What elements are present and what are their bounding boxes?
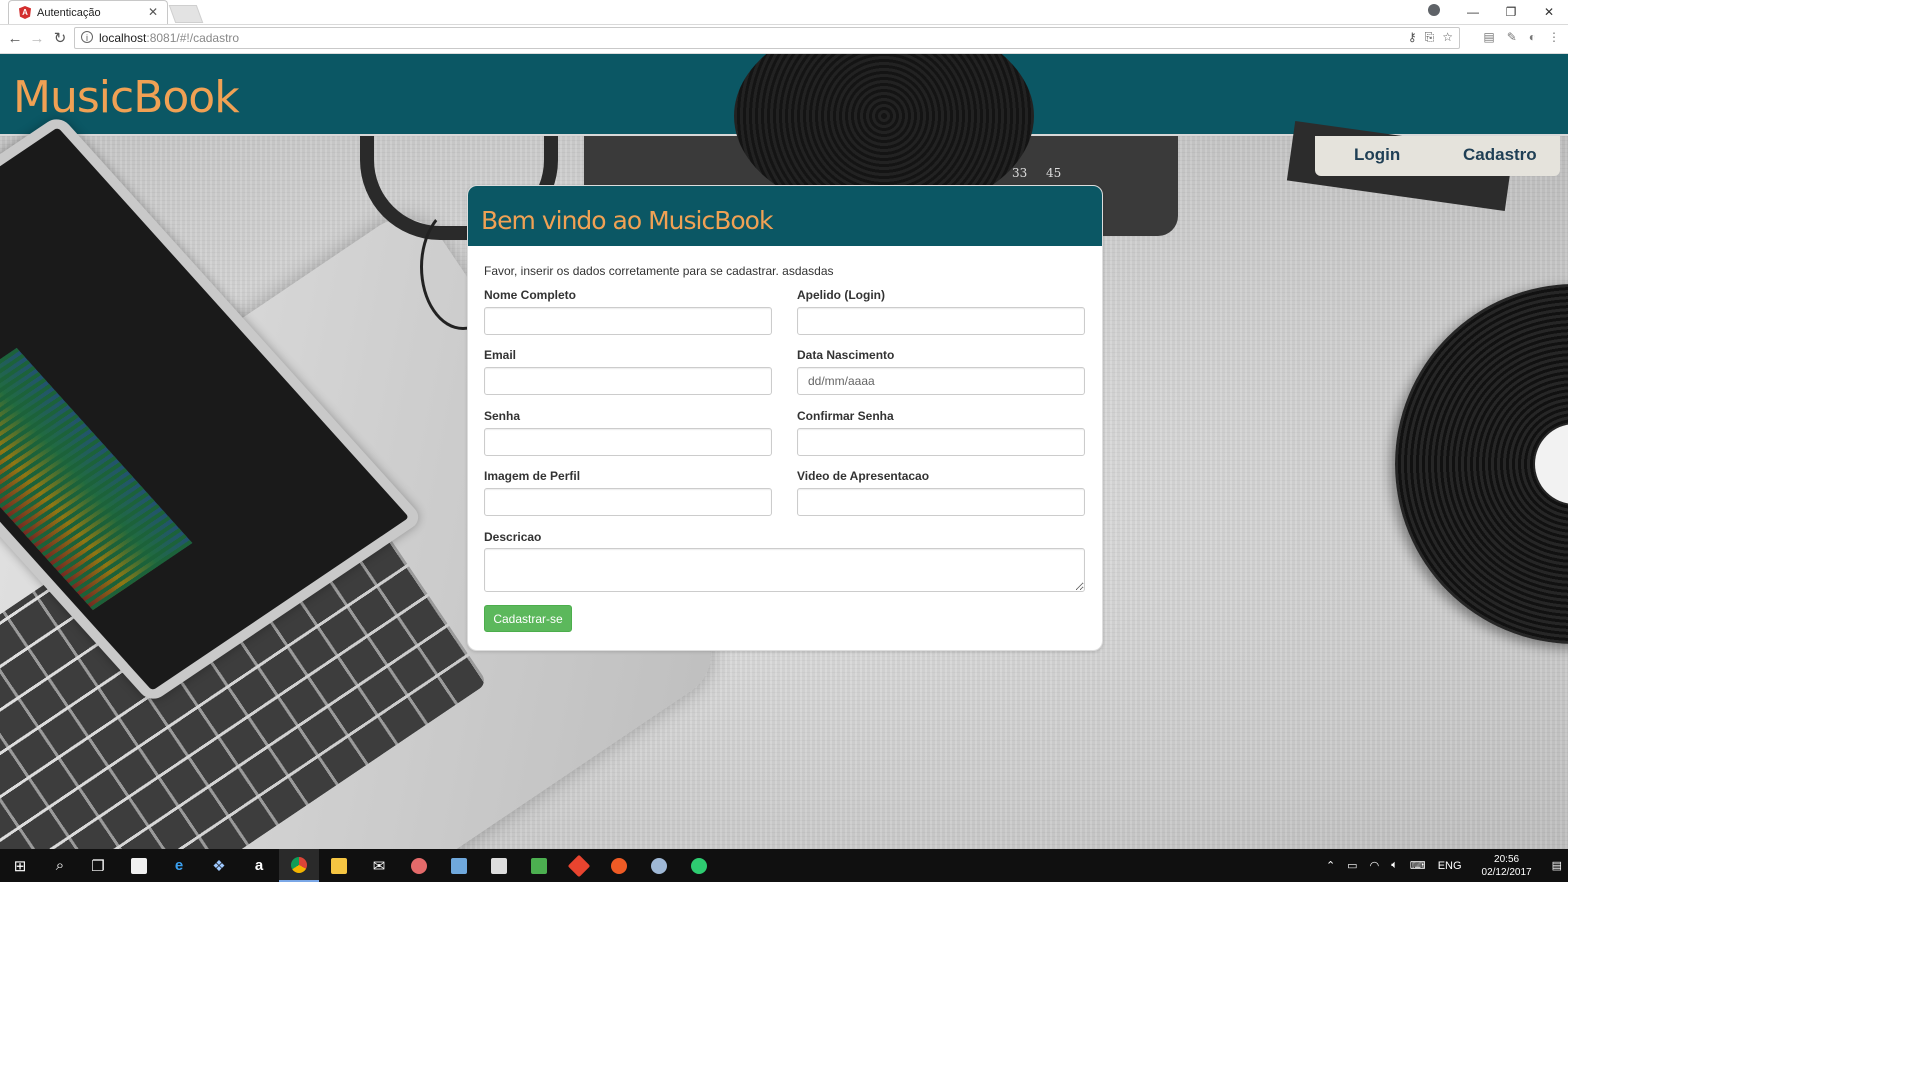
key-icon[interactable]: ⚷: [1408, 30, 1417, 45]
imagem-perfil-label: Imagem de Perfil: [484, 469, 581, 483]
3d-box-icon[interactable]: [439, 849, 479, 882]
extension-gray-icon[interactable]: ◐: [1529, 30, 1536, 44]
apelido-label: Apelido (Login): [797, 288, 885, 302]
browser-toolbar: ← → ↻ i localhost:8081/#!/cadastro ⚷ ⎘ ☆…: [0, 25, 1568, 54]
reload-icon[interactable]: ↻: [50, 29, 70, 49]
tray-chevron-icon[interactable]: ⌃: [1326, 859, 1335, 872]
nome-completo-input[interactable]: [484, 307, 772, 335]
tab-close-icon[interactable]: ✕: [148, 5, 158, 19]
system-tray: ⌃ ▭ ◠ 🔈︎ ⌨ ENG 20:56 02/12/2017 ▤: [1320, 849, 1568, 882]
cadastrar-button[interactable]: Cadastrar-se: [484, 605, 572, 632]
translate-icon[interactable]: ⎘: [1425, 30, 1435, 45]
notifications-icon[interactable]: ▤: [1552, 859, 1562, 872]
media-player-icon[interactable]: [519, 849, 559, 882]
window-controls: — ❐ ✕: [1454, 0, 1568, 24]
top-nav: Login Cadastro: [1315, 136, 1560, 176]
tab-title: Autenticação: [37, 7, 101, 19]
confirmar-senha-input[interactable]: [797, 428, 1085, 456]
video-apresentacao-input[interactable]: [797, 488, 1085, 516]
menu-kebab-icon[interactable]: ⋮: [1548, 30, 1560, 44]
info-icon[interactable]: i: [81, 31, 93, 43]
profile-icon[interactable]: [1428, 4, 1440, 16]
senha-input[interactable]: [484, 428, 772, 456]
amazon-icon[interactable]: a: [239, 849, 279, 882]
clock[interactable]: 20:56 02/12/2017: [1476, 853, 1538, 879]
chrome-icon[interactable]: [279, 849, 319, 882]
mail-icon[interactable]: ✉: [359, 849, 399, 882]
bookmark-star-icon[interactable]: ☆: [1442, 30, 1453, 45]
data-nascimento-input[interactable]: [797, 367, 1085, 395]
back-arrow-icon[interactable]: ←: [5, 29, 25, 49]
registration-card: Bem vindo ao MusicBook Favor, inserir os…: [467, 185, 1103, 651]
browser-titlebar: A Autenticação ✕ — ❐ ✕: [0, 0, 1568, 25]
battery-icon[interactable]: ▭: [1347, 859, 1357, 872]
new-tab-button[interactable]: [168, 5, 204, 23]
email-label: Email: [484, 348, 517, 362]
windows-taskbar: ⊞ ⌕ ❐ e ❖ a ✉ ⌃ ▭ ◠ 🔈︎ ⌨ ENG 20:56 02/12…: [0, 849, 1568, 882]
descricao-label: Descricao: [484, 530, 542, 544]
web-page: MusicBook 33 45 Login Cadastro Bem vindo…: [0, 54, 1568, 849]
extension-icon[interactable]: ▤: [1483, 30, 1494, 44]
file-explorer-icon[interactable]: [319, 849, 359, 882]
app-icon[interactable]: [639, 849, 679, 882]
network-app-icon[interactable]: [679, 849, 719, 882]
close-window-button[interactable]: ✕: [1530, 5, 1568, 19]
browser-tab[interactable]: A Autenticação ✕: [8, 0, 168, 24]
apelido-input[interactable]: [797, 307, 1085, 335]
nome-label: Nome Completo: [484, 288, 577, 302]
store-icon[interactable]: [119, 849, 159, 882]
forward-arrow-icon[interactable]: →: [27, 29, 47, 49]
clock-date: 02/12/2017: [1481, 866, 1532, 878]
email-input[interactable]: [484, 367, 772, 395]
pencil-extension-icon[interactable]: ✎: [1507, 30, 1517, 44]
wifi-icon[interactable]: ◠: [1370, 859, 1380, 872]
intro-text: Favor, inserir os dados corretamente par…: [484, 264, 834, 278]
turntable-speed-33: 33: [1012, 166, 1028, 180]
search-icon[interactable]: ⌕: [40, 849, 80, 882]
senha-label: Senha: [484, 409, 521, 423]
card-header: Bem vindo ao MusicBook: [468, 186, 1102, 246]
data-nascimento-label: Data Nascimento: [797, 348, 895, 362]
url-text: localhost:8081/#!/cadastro: [99, 31, 240, 45]
descricao-textarea[interactable]: [484, 548, 1085, 592]
language-indicator[interactable]: ENG: [1438, 860, 1462, 872]
nav-cadastro-link[interactable]: Cadastro: [1463, 145, 1537, 165]
imagem-perfil-input[interactable]: [484, 488, 772, 516]
edge-icon[interactable]: e: [159, 849, 199, 882]
vinyl-label-image: [1535, 424, 1568, 504]
address-bar[interactable]: i localhost:8081/#!/cadastro ⚷ ⎘ ☆: [74, 27, 1460, 49]
dropbox-icon[interactable]: ❖: [199, 849, 239, 882]
git-icon[interactable]: [559, 849, 599, 882]
video-apresentacao-label: Video de Apresentacao: [797, 469, 930, 483]
photos-icon[interactable]: [479, 849, 519, 882]
site-brand[interactable]: MusicBook: [13, 72, 240, 123]
task-view-icon[interactable]: ❐: [78, 849, 118, 882]
minimize-button[interactable]: —: [1454, 5, 1492, 19]
nav-login-link[interactable]: Login: [1354, 145, 1400, 165]
turntable-speed-45: 45: [1046, 166, 1062, 180]
paint-icon[interactable]: [399, 849, 439, 882]
postman-icon[interactable]: [599, 849, 639, 882]
card-title: Bem vindo ao MusicBook: [481, 206, 773, 235]
clock-time: 20:56: [1494, 853, 1520, 865]
angular-favicon-icon: A: [19, 6, 31, 19]
volume-icon[interactable]: 🔈︎: [1391, 859, 1398, 872]
confirmar-senha-label: Confirmar Senha: [797, 409, 894, 423]
keyboard-icon[interactable]: ⌨: [1410, 859, 1426, 872]
windows-start-icon[interactable]: ⊞: [0, 849, 40, 882]
restore-button[interactable]: ❐: [1492, 5, 1530, 19]
